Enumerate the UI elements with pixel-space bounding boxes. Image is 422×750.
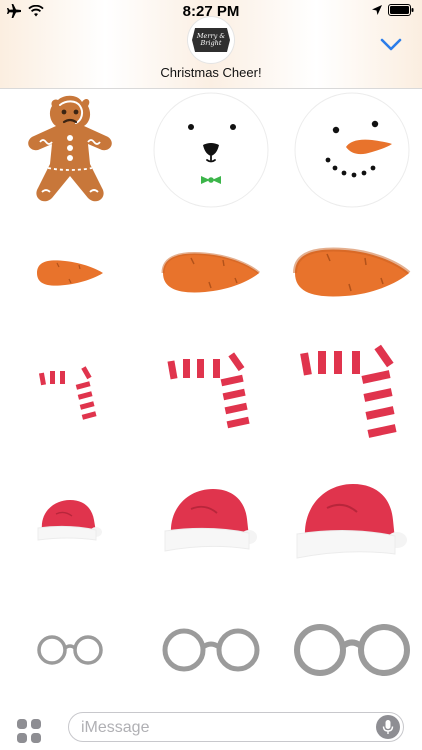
glasses-large-sticker[interactable] (282, 589, 422, 711)
imessage-placeholder: iMessage (81, 719, 150, 736)
app-title: Christmas Cheer! (160, 65, 262, 80)
gingerbread-man-sticker[interactable] (0, 89, 140, 211)
imessage-input[interactable]: iMessage (68, 712, 404, 742)
carrot-nose-large-sticker[interactable] (282, 212, 422, 334)
status-time: 8:27 PM (182, 3, 240, 20)
scarf-medium-sticker[interactable] (141, 335, 281, 457)
chevron-down-icon[interactable] (380, 38, 402, 52)
compose-bar: iMessage (0, 706, 422, 750)
glasses-small-sticker[interactable] (0, 589, 140, 711)
merry-bright-logo: Merry & Bright (192, 28, 230, 52)
app-icon-badge[interactable]: Merry & Bright (188, 17, 234, 63)
glasses-medium-sticker[interactable] (141, 589, 281, 711)
badge-text-line2: Bright (200, 39, 222, 47)
santa-hat-large-sticker[interactable] (282, 458, 422, 580)
polar-bear-face-sticker[interactable] (141, 89, 281, 211)
santa-hat-medium-sticker[interactable] (141, 458, 281, 580)
carrot-nose-medium-sticker[interactable] (141, 212, 281, 334)
scarf-small-sticker[interactable] (0, 335, 140, 457)
status-bar: 8:27 PM (0, 0, 422, 22)
santa-hat-small-sticker[interactable] (0, 458, 140, 580)
scarf-large-sticker[interactable] (282, 335, 422, 457)
sticker-grid (0, 89, 422, 706)
app-drawer-icon[interactable] (16, 718, 42, 744)
location-arrow-icon (372, 5, 382, 15)
microphone-icon[interactable] (376, 715, 400, 739)
snowman-face-sticker[interactable] (282, 89, 422, 211)
carrot-nose-small-sticker[interactable] (0, 212, 140, 334)
battery-icon (388, 4, 414, 16)
